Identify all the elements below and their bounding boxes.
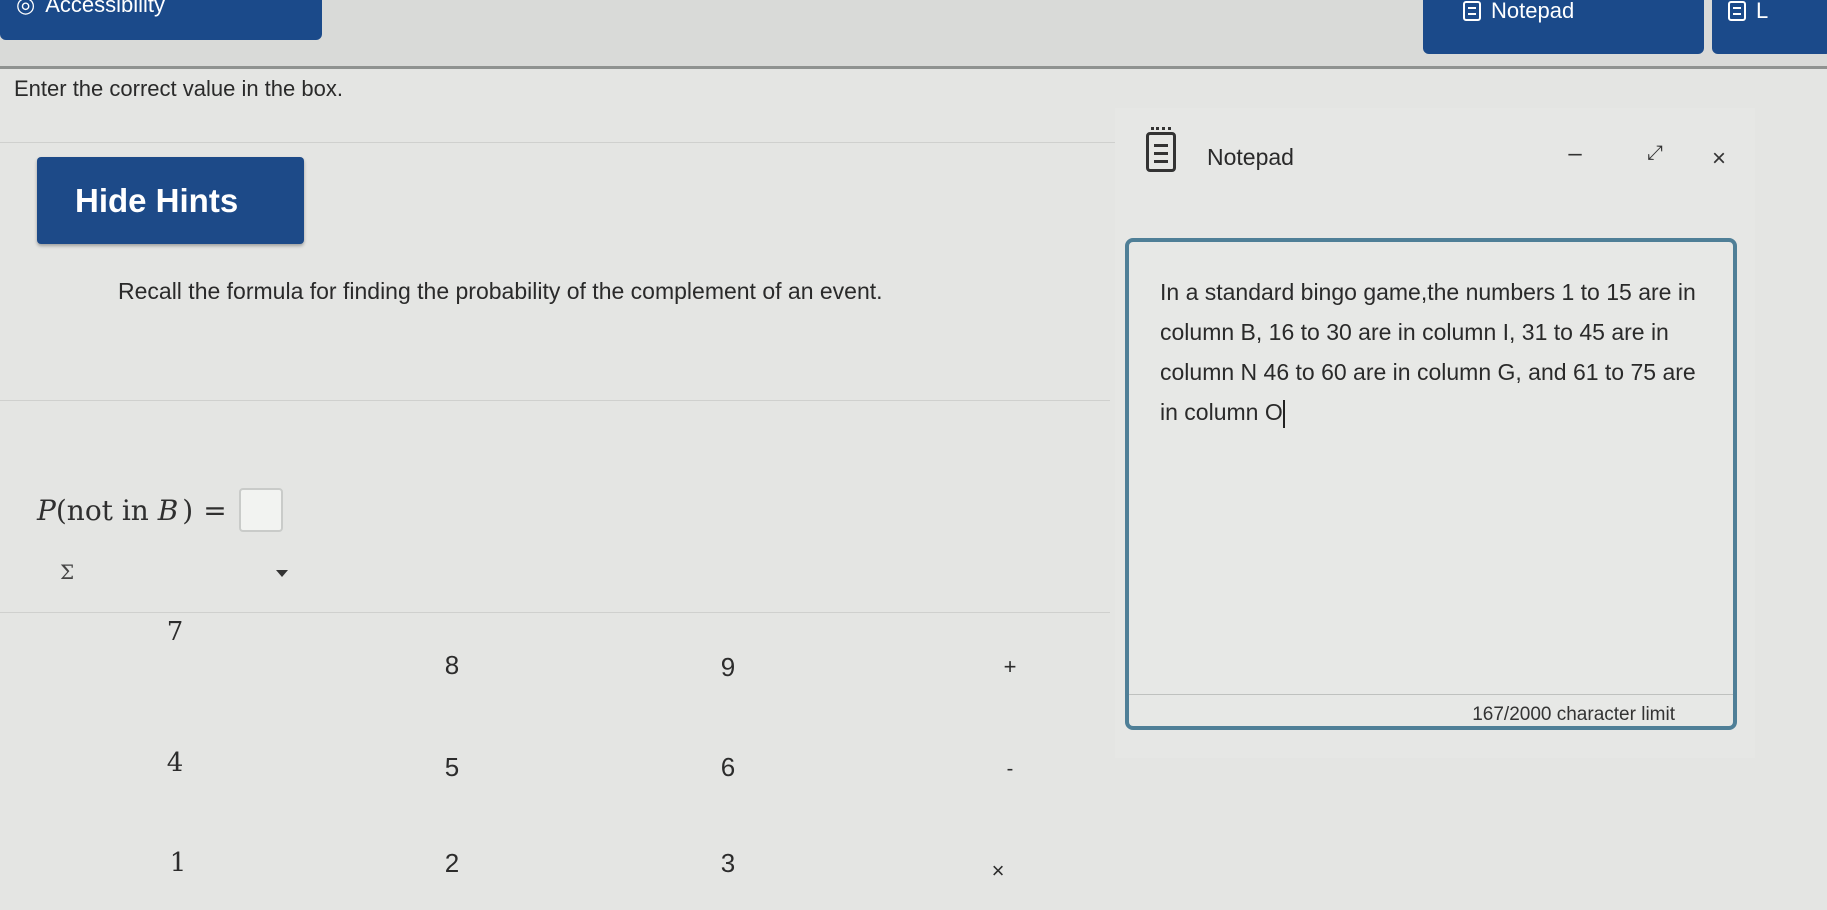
tool-button[interactable]: L bbox=[1712, 0, 1827, 54]
key-9[interactable]: 9 bbox=[708, 652, 748, 683]
math-palette-toggle[interactable] bbox=[0, 553, 320, 609]
divider bbox=[0, 400, 1110, 401]
hide-hints-button[interactable]: Hide Hints bbox=[37, 157, 304, 244]
close-button[interactable]: × bbox=[1704, 145, 1734, 175]
equation-open-paren: ( bbox=[55, 493, 67, 527]
key-8[interactable]: 8 bbox=[432, 650, 472, 681]
character-limit: 167/2000 character limit bbox=[1472, 704, 1675, 725]
notepad-content[interactable]: In a standard bingo game,the numbers 1 t… bbox=[1160, 272, 1700, 432]
chevron-down-icon bbox=[276, 570, 288, 577]
hint-text: Recall the formula for finding the proba… bbox=[118, 278, 883, 304]
sigma-icon: Σ bbox=[60, 560, 75, 584]
minimize-button[interactable]: – bbox=[1560, 140, 1590, 170]
key-minus[interactable]: - bbox=[990, 758, 1030, 781]
equation-p: P bbox=[37, 493, 56, 527]
notepad-icon bbox=[1146, 127, 1176, 172]
key-6[interactable]: 6 bbox=[708, 752, 748, 783]
question-prompt: Enter the correct value in the box. bbox=[14, 76, 343, 101]
equation-b: B bbox=[157, 493, 179, 527]
tool-icon bbox=[1728, 1, 1746, 21]
accessibility-button[interactable]: ◎ Accessibility bbox=[0, 0, 322, 40]
accessibility-icon: ◎ bbox=[16, 0, 36, 17]
key-times[interactable]: × bbox=[978, 858, 1018, 884]
key-5[interactable]: 5 bbox=[432, 752, 472, 783]
notepad-title: Notepad bbox=[1207, 144, 1294, 170]
notepad-text: In a standard bingo game,the numbers 1 t… bbox=[1160, 279, 1696, 425]
divider bbox=[1129, 694, 1733, 695]
equation-not-in: not in bbox=[66, 493, 158, 527]
tool-label: L bbox=[1756, 0, 1769, 23]
key-1[interactable]: 1 bbox=[158, 848, 198, 878]
key-2[interactable]: 2 bbox=[432, 848, 472, 879]
key-7[interactable]: 7 bbox=[155, 617, 195, 647]
key-3[interactable]: 3 bbox=[708, 848, 748, 879]
equation-equals: = bbox=[203, 493, 227, 527]
accessibility-label: Accessibility bbox=[45, 0, 166, 17]
divider bbox=[0, 612, 1110, 613]
text-caret bbox=[1282, 399, 1285, 428]
notepad-tool-button[interactable]: Notepad bbox=[1423, 0, 1704, 54]
expand-button[interactable]: ⤢ bbox=[1640, 142, 1670, 172]
key-plus[interactable]: + bbox=[990, 654, 1030, 680]
equation-close-paren: ) bbox=[182, 493, 194, 527]
divider bbox=[0, 142, 1140, 143]
answer-input[interactable] bbox=[238, 488, 283, 532]
notepad-tool-label: Notepad bbox=[1491, 0, 1575, 23]
equation: P ( not in B ) = bbox=[37, 488, 283, 532]
notepad-icon bbox=[1463, 1, 1481, 21]
key-4[interactable]: 4 bbox=[155, 748, 195, 778]
